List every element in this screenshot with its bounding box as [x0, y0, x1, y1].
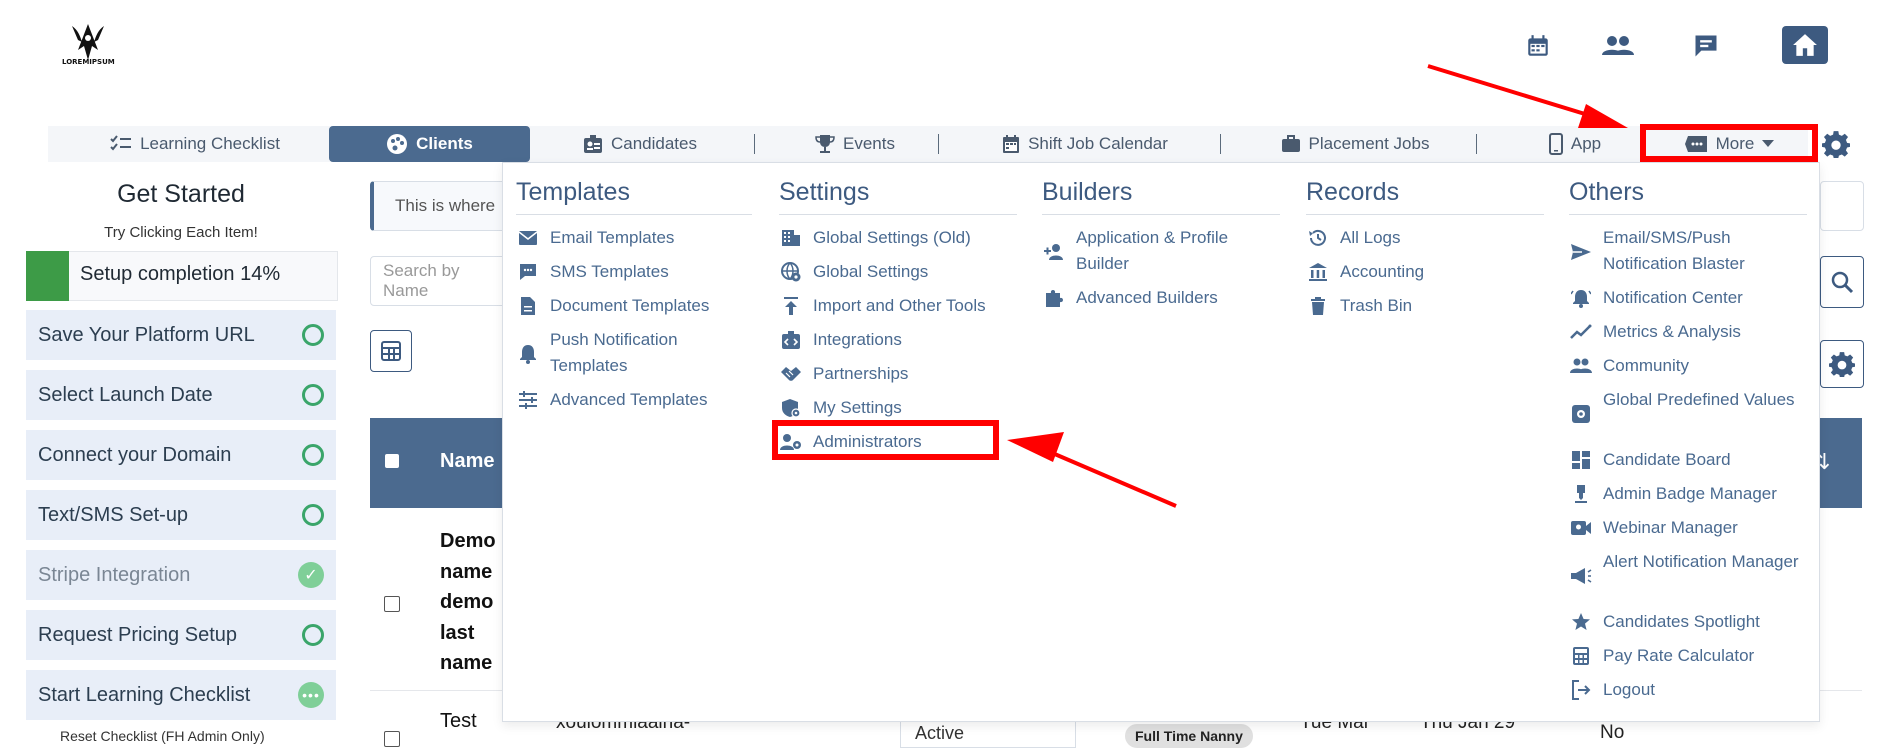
annotation-arrows — [1007, 64, 1628, 508]
annotation-arrow-to-administrators — [1007, 432, 1177, 508]
annotation-arrow-to-more — [1427, 64, 1628, 128]
